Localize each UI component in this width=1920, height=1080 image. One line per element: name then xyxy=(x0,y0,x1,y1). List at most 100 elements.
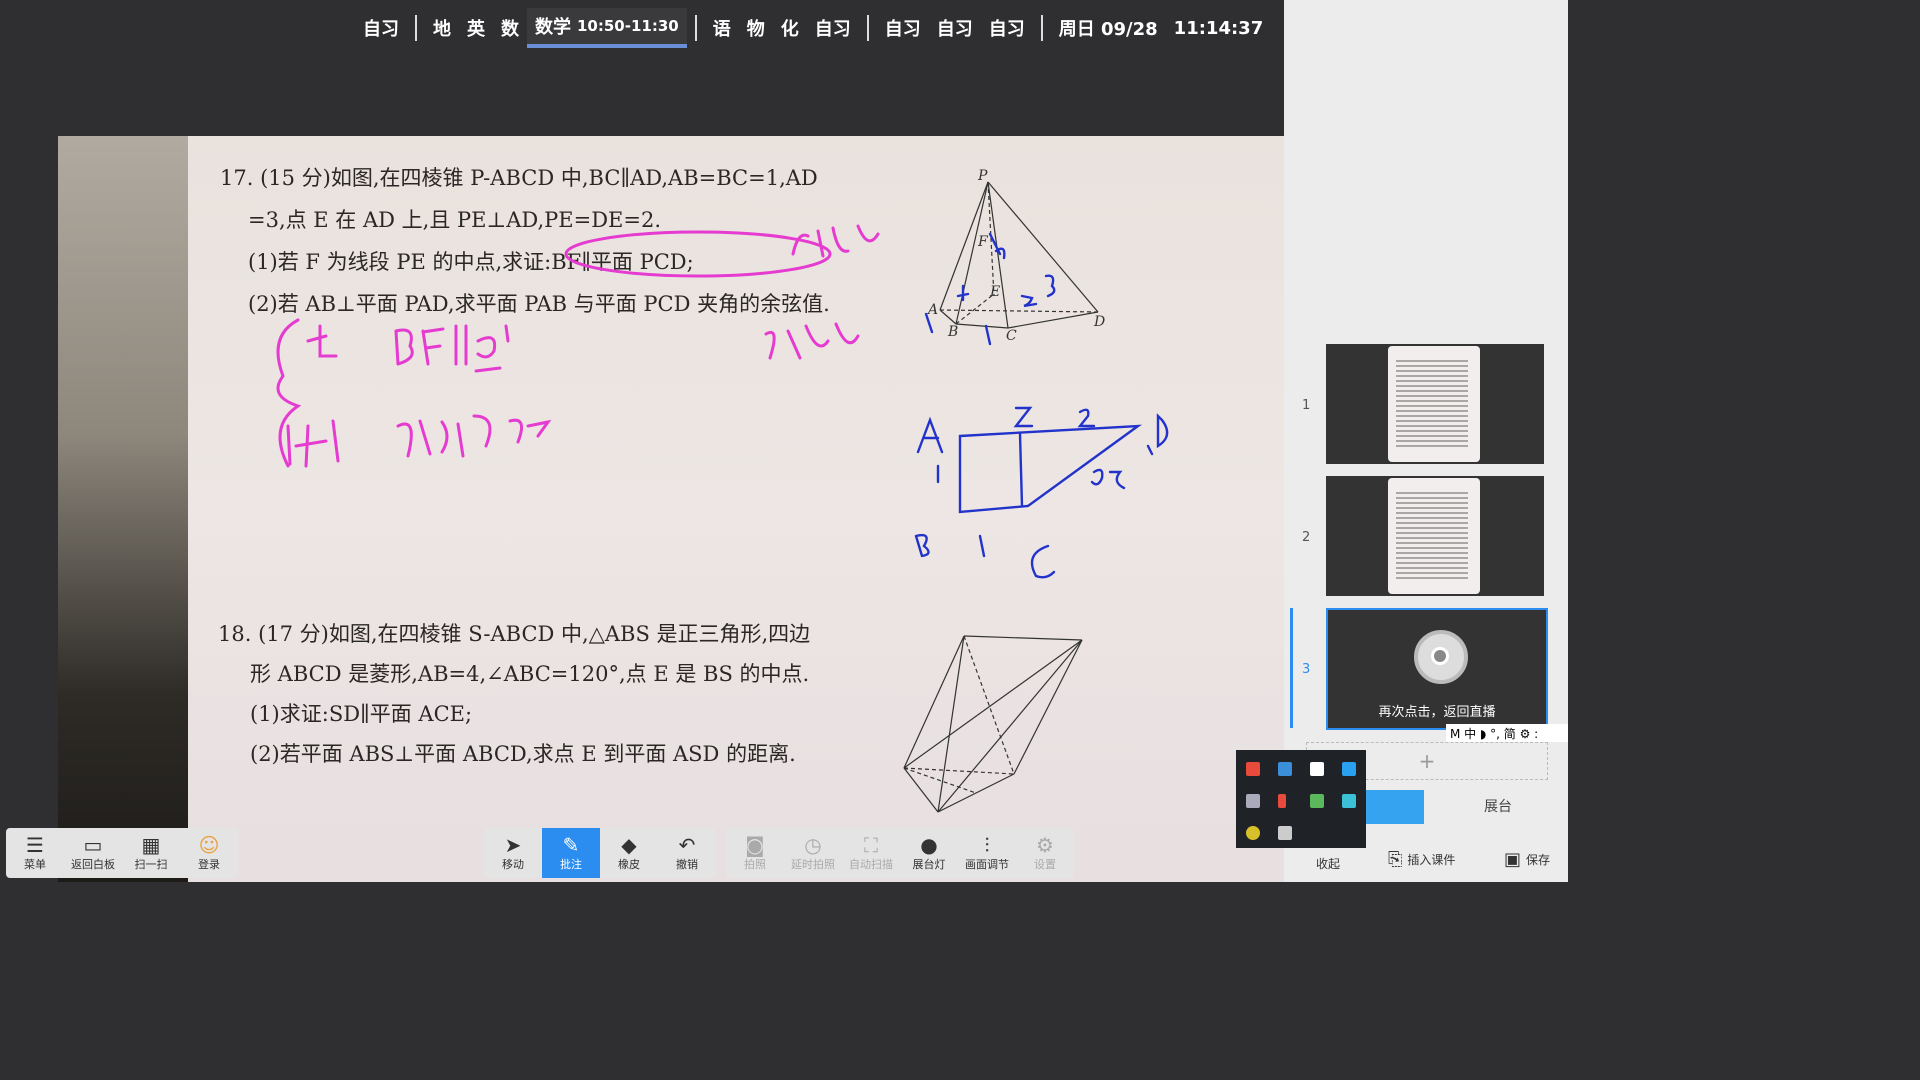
tray-app-icon[interactable] xyxy=(1278,762,1292,776)
delayed-photo-button[interactable]: ◷ 延时拍照 xyxy=(784,828,842,878)
thumbnail-document xyxy=(1388,478,1480,594)
clock: 11:14:37 xyxy=(1173,17,1264,39)
slide-thumbnail-3-live[interactable]: 再次点击，返回直播 xyxy=(1326,608,1548,730)
menu-label: 菜单 xyxy=(24,858,46,871)
annotate-tool-button[interactable]: ✎ 批注 xyxy=(542,828,600,878)
auto-scan-button[interactable]: ⛶ 自动扫描 xyxy=(842,828,900,878)
return-live-text: 再次点击，返回直播 xyxy=(1378,705,1496,720)
slide-thumbnail-1[interactable] xyxy=(1326,344,1544,464)
settings-label: 设置 xyxy=(1034,858,1056,871)
current-time: 10:50-11:30 xyxy=(577,17,679,35)
scan-label: 扫一扫 xyxy=(134,858,168,871)
slide-number: 1 xyxy=(1302,398,1311,413)
label-p: P xyxy=(977,168,988,184)
schedule-item: 数 xyxy=(501,19,519,40)
save-button[interactable]: ▣ 保存 xyxy=(1504,836,1550,882)
ime-toolbar[interactable]: M 中 ◗ °, 简 ⚙ : xyxy=(1446,724,1568,742)
tray-app-icon[interactable] xyxy=(1310,794,1324,808)
label-f: F xyxy=(977,234,989,250)
whiteboard-icon: ▭ xyxy=(83,833,103,857)
timer-icon: ◷ xyxy=(804,833,822,857)
tray-app-icon[interactable] xyxy=(1246,794,1260,808)
schedule-bar: 自习 地 英 数 数学 10:50-11:30 语 物 化 自习 自习 自习 自… xyxy=(0,0,1284,136)
annotate-label: 批注 xyxy=(560,858,582,871)
schedule-item: 语 xyxy=(712,19,731,40)
tray-app-icon[interactable] xyxy=(1310,762,1324,776)
schedule-item: 英 xyxy=(467,19,485,40)
photo-label: 拍照 xyxy=(744,858,766,871)
current-subject: 数学 xyxy=(535,17,571,38)
photo-button[interactable]: ◙ 拍照 xyxy=(726,828,784,878)
undo-icon: ↶ xyxy=(678,833,696,857)
tab-active[interactable] xyxy=(1360,790,1424,824)
document-camera-view[interactable]: 17. (15 分)如图,在四棱锥 P-ABCD 中,BC∥AD,AB=BC=1… xyxy=(58,136,1284,882)
magenta-annotations xyxy=(276,224,880,468)
eraser-tool-button[interactable]: ◆ 橡皮 xyxy=(600,828,658,878)
schedule-item: 自习 xyxy=(988,19,1025,40)
insert-label: 插入课件 xyxy=(1407,852,1456,867)
label-a: A xyxy=(926,302,938,318)
schedule-item: 自习 xyxy=(936,19,973,40)
menu-icon: ☰ xyxy=(26,833,44,857)
label-e: E xyxy=(989,284,1000,300)
date: 周日 09/28 xyxy=(1058,19,1158,40)
eraser-label: 橡皮 xyxy=(618,858,640,871)
speaker-icon[interactable] xyxy=(1278,794,1286,808)
tab-zhantai[interactable]: 展台 xyxy=(1428,790,1568,824)
label-c: C xyxy=(1006,328,1017,344)
cursor-icon: ➤ xyxy=(504,833,522,857)
pyramid-figure-18 xyxy=(903,635,1083,813)
divider xyxy=(694,15,697,41)
monitor-icon[interactable] xyxy=(1278,826,1292,840)
schedule-item: 自习 xyxy=(363,19,399,40)
login-label: 登录 xyxy=(198,858,220,871)
tray-app-icon[interactable] xyxy=(1246,762,1260,776)
schedule-item: 自习 xyxy=(814,19,851,40)
move-tool-button[interactable]: ➤ 移动 xyxy=(484,828,542,878)
blue-annotations xyxy=(914,232,1169,579)
camera-toolbar: ◙ 拍照 ◷ 延时拍照 ⛶ 自动扫描 ● 展台灯 ⫶ 画面调节 ⚙ 设置 xyxy=(726,828,1074,878)
qr-icon: ▦ xyxy=(141,833,161,857)
divider xyxy=(1040,15,1043,41)
label-d: D xyxy=(1093,314,1105,330)
active-slide-indicator xyxy=(1290,608,1293,728)
image-adjust-button[interactable]: ⫶ 画面调节 xyxy=(958,828,1016,878)
eraser-icon: ◆ xyxy=(621,833,637,857)
current-period: 数学 10:50-11:30 xyxy=(527,8,687,48)
undo-label: 撤销 xyxy=(676,858,698,871)
tray-app-icon[interactable] xyxy=(1342,762,1356,776)
menu-button[interactable]: ☰ 菜单 xyxy=(6,828,64,878)
pyramid-figure-17 xyxy=(939,181,1099,329)
schedule-item: 化 xyxy=(780,19,799,40)
return-whiteboard-button[interactable]: ▭ 返回白板 xyxy=(64,828,122,878)
schedule-item: 物 xyxy=(746,19,765,40)
insert-icon: ⎘ xyxy=(1388,848,1403,870)
insert-courseware-button[interactable]: ⎘ 插入课件 xyxy=(1388,836,1455,882)
stage-light-button[interactable]: ● 展台灯 xyxy=(900,828,958,878)
tray-app-icon[interactable] xyxy=(1342,794,1356,808)
schedule-item: 自习 xyxy=(884,19,921,40)
image-adjust-label: 画面调节 xyxy=(965,858,1009,871)
slide-thumbnail-2[interactable] xyxy=(1326,476,1544,596)
slide-number: 3 xyxy=(1302,662,1311,677)
undo-button[interactable]: ↶ 撤销 xyxy=(658,828,716,878)
main-menu-toolbar: ☰ 菜单 ▭ 返回白板 ▦ 扫一扫 ☺ 登录 xyxy=(6,828,238,878)
tray-app-icon[interactable] xyxy=(1246,826,1260,840)
thumbnail-document xyxy=(1388,346,1480,462)
login-button[interactable]: ☺ 登录 xyxy=(180,828,238,878)
settings-button[interactable]: ⚙ 设置 xyxy=(1016,828,1074,878)
divider xyxy=(866,15,869,41)
webcam-icon xyxy=(1414,630,1468,684)
slide-number: 2 xyxy=(1302,530,1311,545)
figures-and-annotations: P F E A B C D xyxy=(276,168,1169,813)
scan-button[interactable]: ▦ 扫一扫 xyxy=(122,828,180,878)
sliders-icon: ⫶ xyxy=(984,833,990,857)
whiteboard-label: 返回白板 xyxy=(71,858,115,871)
avatar-icon: ☺ xyxy=(198,833,220,857)
gear-icon: ⚙ xyxy=(1036,833,1054,857)
bulb-icon: ● xyxy=(920,833,938,857)
delayed-photo-label: 延时拍照 xyxy=(791,858,835,871)
stage-light-label: 展台灯 xyxy=(912,858,946,871)
collapse-label: 收起 xyxy=(1316,857,1341,871)
save-icon: ▣ xyxy=(1504,848,1522,870)
